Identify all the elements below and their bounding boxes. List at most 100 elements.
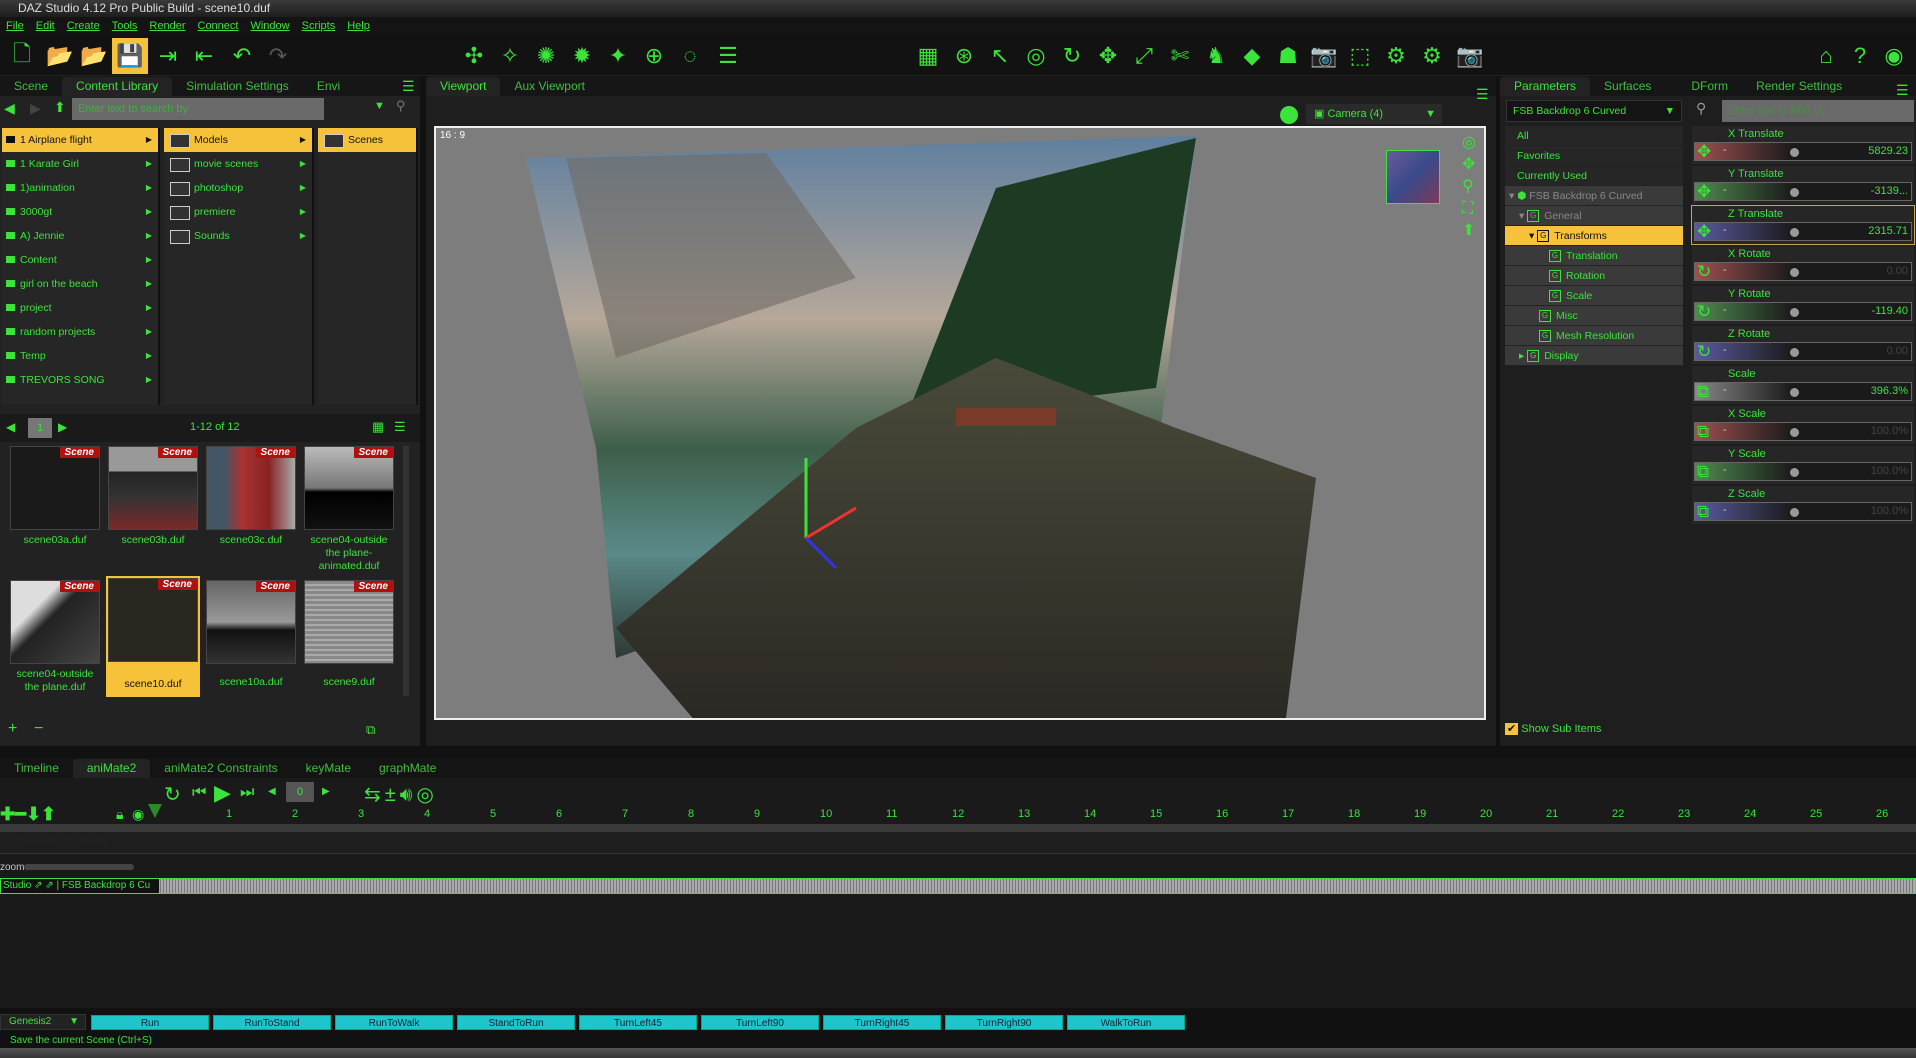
search-icon[interactable]: ⚲	[396, 98, 406, 114]
clip-track[interactable]: Studio ⇗ ⇗ | FSB Backdrop 6 Cu	[0, 878, 1916, 894]
show-sub-items-checkbox[interactable]: ✔ Show Sub Items	[1505, 722, 1601, 735]
convert-icon[interactable]: ⇆	[364, 784, 385, 806]
panel-menu-icon[interactable]: ☰	[402, 78, 415, 95]
tab-aux-viewport[interactable]: Aux Viewport	[500, 77, 598, 96]
decrement-icon[interactable]: -	[1723, 304, 1727, 316]
pan-icon[interactable]: ✥	[1462, 154, 1482, 176]
menu-create[interactable]: Create	[61, 17, 106, 35]
folder-item[interactable]: Scenes	[318, 128, 416, 152]
dropdown-arrow-icon[interactable]: ▼	[374, 100, 385, 112]
slider-knob[interactable]	[1790, 468, 1799, 477]
add-audio-icon[interactable]: 🔊︎	[400, 784, 417, 806]
tab-parameters[interactable]: Parameters	[1500, 77, 1591, 96]
folder-item[interactable]: girl on the beach ▶	[2, 272, 158, 296]
slider-knob[interactable]	[1790, 428, 1799, 437]
file-tile[interactable]: Scene scene10.duf	[106, 576, 200, 697]
draw-style-icon[interactable]	[1280, 106, 1298, 124]
help-icon[interactable]: ?	[1842, 38, 1878, 74]
grid-icon[interactable]: ▦	[910, 38, 946, 74]
go-start-icon[interactable]: ⏮	[192, 784, 206, 802]
file-tile[interactable]: Scene scene10a.duf	[204, 580, 298, 689]
joint-tool-icon[interactable]: ✄	[1162, 38, 1198, 74]
zoom-slider[interactable]	[24, 864, 134, 870]
slider-track[interactable]: ↻ - 0.00	[1694, 262, 1912, 281]
viewport-menu-icon[interactable]: ☰	[1476, 86, 1489, 103]
light-icon[interactable]: ✧	[492, 38, 528, 74]
parameter-value[interactable]: 396.3%	[1871, 385, 1908, 397]
zoom-icon[interactable]: ⚲	[1462, 176, 1482, 198]
slider-knob[interactable]	[1790, 188, 1799, 197]
slider-track[interactable]: ✥ - -3139...	[1694, 182, 1912, 201]
folder-item[interactable]: movie scenes ▶	[164, 152, 312, 176]
node-select-icon[interactable]: ◎	[1018, 38, 1054, 74]
add-key-icon[interactable]: ±	[385, 784, 400, 806]
folder-item[interactable]: photoshop ▶	[164, 176, 312, 200]
render-settings-icon[interactable]: ⚙	[1378, 38, 1414, 74]
list-view-icon[interactable]: ☰	[394, 419, 406, 435]
tree-item-favorites[interactable]: Favorites	[1505, 146, 1683, 166]
pose-tool-icon[interactable]: ♞	[1198, 38, 1234, 74]
parameter-value[interactable]: 100.0%	[1871, 425, 1908, 437]
clip-button[interactable]: StandToRun	[457, 1015, 575, 1030]
back-icon[interactable]: ◀	[4, 100, 15, 117]
view-cube[interactable]	[1386, 150, 1440, 204]
folder-item[interactable]: Sounds ▶	[164, 224, 312, 248]
save-icon[interactable]: 💾	[112, 38, 148, 74]
undo-icon[interactable]: ↶	[224, 38, 260, 74]
universal-tool-icon[interactable]: ⊛	[946, 38, 982, 74]
slider-knob[interactable]	[1790, 348, 1799, 357]
frame-icon[interactable]: ⛶	[1462, 198, 1482, 220]
parameter-slider[interactable]: Y Scale ⧉ - 100.0%	[1692, 446, 1914, 484]
decrement-icon[interactable]: -	[1723, 464, 1727, 476]
camera-add-icon[interactable]: ⊕	[636, 38, 672, 74]
folder-item[interactable]: Models ▶	[164, 128, 312, 152]
menu-connect[interactable]: Connect	[192, 17, 245, 35]
parameter-value[interactable]: 100.0%	[1871, 465, 1908, 477]
3d-viewport[interactable]: 16 : 9	[434, 126, 1486, 720]
parameter-slider[interactable]: X Scale ⧉ - 100.0%	[1692, 406, 1914, 444]
surface-tool-icon[interactable]: ◆	[1234, 38, 1270, 74]
file-tile[interactable]: Scene scene04-outside the plane.duf	[8, 580, 102, 694]
folder-item[interactable]: random projects ▶	[2, 320, 158, 344]
tab-animate2[interactable]: aniMate2	[72, 759, 151, 778]
tab-simulation-settings[interactable]: Simulation Settings	[172, 77, 303, 96]
page-number[interactable]: 1	[28, 418, 52, 438]
play-icon[interactable]: ▶	[214, 780, 231, 806]
decrement-icon[interactable]: -	[1723, 424, 1727, 436]
track-row[interactable]: Genesis 8 Female	[0, 832, 1916, 854]
region-select-icon[interactable]: ⬚	[1342, 38, 1378, 74]
tree-item-transforms[interactable]: ▾ G Transforms	[1505, 226, 1683, 246]
parameter-slider[interactable]: X Rotate ↻ - 0.00	[1692, 246, 1914, 284]
slider-knob[interactable]	[1790, 268, 1799, 277]
loop-icon[interactable]: ↻	[164, 782, 181, 807]
point-light-icon[interactable]: ✹	[564, 38, 600, 74]
node-select[interactable]: FSB Backdrop 6 Curved ▼	[1506, 100, 1682, 122]
select-tool-icon[interactable]: ↖	[982, 38, 1018, 74]
folder-item[interactable]: Content ▶	[2, 248, 158, 272]
decrement-icon[interactable]: -	[1723, 144, 1727, 156]
menu-render[interactable]: Render	[143, 17, 191, 35]
export-icon[interactable]: ⇤	[186, 38, 222, 74]
parameter-slider[interactable]: Z Scale ⧉ - 100.0%	[1692, 486, 1914, 524]
slider-track[interactable]: ⧉ - 100.0%	[1694, 422, 1912, 441]
about-icon[interactable]: ◉	[1876, 38, 1912, 74]
folder-item[interactable]: Temp ▶	[2, 344, 158, 368]
parameter-value[interactable]: 5829.23	[1868, 145, 1908, 157]
scale-tool-icon[interactable]: ⤢	[1126, 38, 1162, 74]
parameter-slider[interactable]: Y Translate ✥ - -3139...	[1692, 166, 1914, 204]
add-node-icon[interactable]: ✣	[456, 38, 492, 74]
decrement-icon[interactable]: -	[1723, 184, 1727, 196]
menu-help[interactable]: Help	[341, 17, 376, 35]
clip-button[interactable]: TurnLeft45	[579, 1015, 697, 1030]
slider-track[interactable]: ⧉ - 100.0%	[1694, 502, 1912, 521]
slider-track[interactable]: ✥ - 5829.23	[1694, 142, 1912, 161]
home-icon[interactable]: ⌂	[1808, 38, 1844, 74]
menu-tools[interactable]: Tools	[106, 17, 144, 35]
slider-knob[interactable]	[1790, 148, 1799, 157]
frame-input[interactable]: 0	[286, 782, 314, 802]
file-tile[interactable]: Scene scene9.duf	[302, 580, 396, 689]
distant-light-icon[interactable]: ✦	[600, 38, 636, 74]
parameter-value[interactable]: 100.0%	[1871, 505, 1908, 517]
file-tile[interactable]: Scene scene04-outside the plane-animated.…	[302, 446, 396, 573]
folder-item[interactable]: 3000gt ▶	[2, 200, 158, 224]
